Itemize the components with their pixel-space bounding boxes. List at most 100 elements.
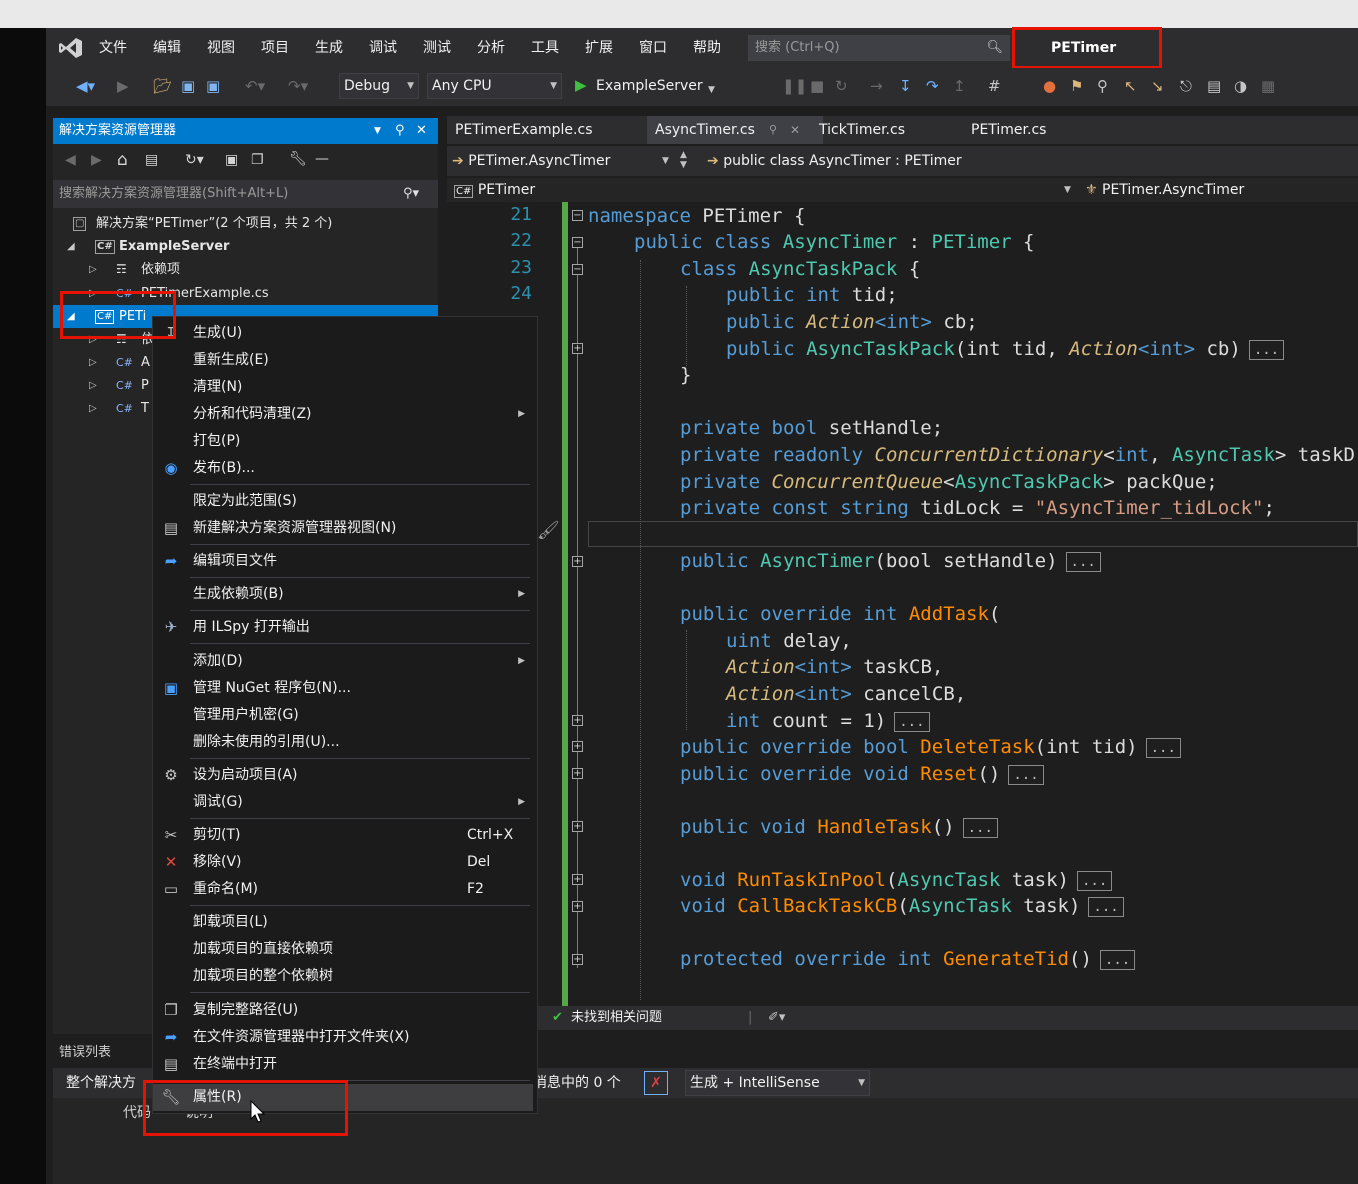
open-folder-icon[interactable]: 📂︎ <box>153 76 172 96</box>
tab-asynctimer[interactable]: AsyncTimer.cs ⚲ ✕ <box>647 116 823 144</box>
menu-extensions[interactable]: 扩展 <box>585 38 613 58</box>
fold-toggle-icon[interactable]: + <box>572 741 583 752</box>
panel-menu-icon[interactable]: ▼ <box>374 118 381 144</box>
member-dropdown[interactable]: ➔ public class AsyncTimer : PETimer <box>707 146 962 176</box>
collapsed-block[interactable]: ... <box>1076 870 1113 891</box>
run-dropdown-icon[interactable]: ▼ <box>708 80 715 100</box>
menu-scope-to-this[interactable]: 限定为此范围(S) <box>153 488 533 515</box>
pause-icon[interactable]: ❚❚ <box>782 76 807 96</box>
run-target-label[interactable]: ExampleServer <box>596 75 703 97</box>
expanded-arrow-icon[interactable]: ◢ <box>67 235 75 258</box>
menu-view[interactable]: 视图 <box>207 38 235 58</box>
platform-dropdown[interactable]: Any CPU ▼ <box>427 73 562 99</box>
menu-edit-project-file[interactable]: ➦ 编辑项目文件 <box>153 548 533 575</box>
find-icon[interactable]: ⚲ <box>1097 76 1108 96</box>
fold-toggle-icon[interactable]: − <box>572 237 583 248</box>
history-icon[interactable]: ↻▾ <box>185 152 204 168</box>
collapsed-block[interactable]: ... <box>1248 339 1285 360</box>
tree-dependencies[interactable]: ▷ ☶ 依赖项 <box>53 258 438 281</box>
menu-file[interactable]: 文件 <box>99 38 127 58</box>
run-icon[interactable]: ▶ <box>575 74 587 96</box>
menu-debug[interactable]: 调试 <box>369 38 397 58</box>
fold-toggle-icon[interactable]: + <box>572 821 583 832</box>
collapsed-block[interactable]: ... <box>894 711 930 732</box>
menu-load-dep-tree[interactable]: 加载项目的整个依赖树 <box>153 963 533 990</box>
tree-solution[interactable]: ▢ 解决方案“PETimer”(2 个项目，共 2 个) <box>53 212 438 235</box>
collapsed-block[interactable]: ... <box>1065 551 1101 572</box>
breakpoint-flag-icon[interactable]: ⚑ <box>1070 76 1083 96</box>
menu-pack[interactable]: 打包(P) <box>153 428 533 455</box>
collapsed-arrow-icon[interactable]: ▷ <box>89 374 97 397</box>
menu-remove[interactable]: ✕ 移除(V) Del <box>153 849 533 876</box>
tab-petimerexample[interactable]: PETimerExample.cs <box>447 116 600 144</box>
tab-petimer[interactable]: PETimer.cs <box>963 116 1054 144</box>
back-icon[interactable]: ◀▾ <box>76 76 95 96</box>
save-all-icon[interactable]: ▣ <box>206 76 220 96</box>
menu-new-se-view[interactable]: ▤ 新建解决方案资源管理器视图(N) <box>153 515 533 542</box>
error-scope-dropdown[interactable]: 整个解决方 <box>66 1068 136 1098</box>
menu-clean[interactable]: 清理(N) <box>153 374 533 401</box>
menu-analyze-cleanup[interactable]: 分析和代码清理(Z) ▶ <box>153 401 533 428</box>
menu-unload-project[interactable]: 卸载项目(L) <box>153 909 533 936</box>
switch-view-icon[interactable]: ▤ <box>145 152 158 168</box>
tool-f-icon[interactable]: ▦ <box>1261 76 1275 96</box>
forward-icon[interactable]: ▶ <box>117 76 129 96</box>
tool-c-icon[interactable]: ⎋ <box>1180 76 1192 96</box>
scope-dropdown[interactable]: ⚜ PETimer.AsyncTimer <box>1085 178 1244 202</box>
menu-manage-nuget[interactable]: ▣ 管理 NuGet 程序包(N)... <box>153 675 533 702</box>
visual-studio-logo-icon[interactable] <box>58 36 84 60</box>
menu-build[interactable]: ↧ 生成(U) <box>153 320 533 347</box>
menu-open-ilspy[interactable]: ✈ 用 ILSpy 打开输出 <box>153 614 533 641</box>
tool-b-icon[interactable]: ↘ <box>1151 76 1164 96</box>
search-icon[interactable]: 🔍︎ <box>986 36 1003 60</box>
menu-rename[interactable]: ▭ 重命名(M) F2 <box>153 876 533 903</box>
fold-toggle-icon[interactable]: + <box>572 768 583 779</box>
fold-toggle-icon[interactable]: + <box>572 715 583 726</box>
menu-build-dependencies[interactable]: 生成依赖项(B) ▶ <box>153 581 533 608</box>
menu-cut[interactable]: ✂ 剪切(T) Ctrl+X <box>153 822 533 849</box>
fold-toggle-icon[interactable]: − <box>572 264 583 275</box>
se-forward-icon[interactable]: ▶ <box>91 152 102 168</box>
quick-action-icon[interactable]: 🖌︎ <box>537 520 560 541</box>
menu-add[interactable]: 添加(D) ▶ <box>153 648 533 675</box>
menu-build[interactable]: 生成 <box>315 38 343 58</box>
fold-toggle-icon[interactable]: + <box>572 901 583 912</box>
menu-set-startup[interactable]: ⚙ 设为启动项目(A) <box>153 762 533 789</box>
step-over-icon[interactable]: ↷ <box>926 76 939 96</box>
pin-icon[interactable]: ⚲ <box>395 118 405 144</box>
type-dropdown[interactable]: ➔ PETimer.AsyncTimer ▼ <box>452 146 700 176</box>
tab-close-icon[interactable]: ✕ <box>790 116 800 144</box>
menu-open-in-explorer[interactable]: ➦ 在文件资源管理器中打开文件夹(X) <box>153 1024 533 1051</box>
collapsed-arrow-icon[interactable]: ▷ <box>89 397 97 420</box>
tool-d-icon[interactable]: ▤ <box>1207 76 1221 96</box>
restart-icon[interactable]: ↻ <box>835 76 848 96</box>
fold-toggle-icon[interactable]: + <box>572 343 583 354</box>
menu-rebuild[interactable]: 重新生成(E) <box>153 347 533 374</box>
brush-icon[interactable]: ✐▾ <box>768 1006 785 1030</box>
collapsed-block[interactable]: ... <box>962 817 998 838</box>
menu-analyze[interactable]: 分析 <box>477 38 505 58</box>
fold-toggle-icon[interactable]: + <box>572 556 583 567</box>
undo-icon[interactable]: ↶▾ <box>245 76 265 96</box>
menu-edit[interactable]: 编辑 <box>153 38 181 58</box>
menu-help[interactable]: 帮助 <box>693 38 721 58</box>
menu-load-direct-deps[interactable]: 加载项目的直接依赖项 <box>153 936 533 963</box>
tool-e-icon[interactable]: ◑ <box>1234 76 1247 96</box>
collapsed-arrow-icon[interactable]: ▷ <box>89 258 97 281</box>
collapse-icon[interactable]: ▣ <box>225 152 238 168</box>
tab-pin-icon[interactable]: ⚲ <box>769 116 777 144</box>
collapsed-block[interactable]: ... <box>1088 896 1124 917</box>
search-input[interactable]: 搜索 (Ctrl+Q) 🔍︎ <box>748 35 1010 61</box>
menu-manage-secrets[interactable]: 管理用户机密(G) <box>153 702 533 729</box>
se-back-icon[interactable]: ◀ <box>65 152 76 168</box>
menu-project[interactable]: 项目 <box>261 38 289 58</box>
close-icon[interactable]: ✕ <box>416 118 427 144</box>
tree-project-exampleserver[interactable]: ◢ C# ExampleServer <box>53 235 438 258</box>
fold-toggle-icon[interactable]: − <box>572 210 583 221</box>
step-into-icon[interactable]: ↧ <box>899 76 912 96</box>
step-out-icon[interactable]: ↥ <box>953 76 966 96</box>
stop-icon[interactable]: ■ <box>810 76 824 96</box>
build-intellisense-dropdown[interactable]: 生成 + IntelliSense ▼ <box>685 1070 870 1096</box>
menu-publish[interactable]: ◉ 发布(B)... <box>153 455 533 482</box>
fold-toggle-icon[interactable]: + <box>572 874 583 885</box>
